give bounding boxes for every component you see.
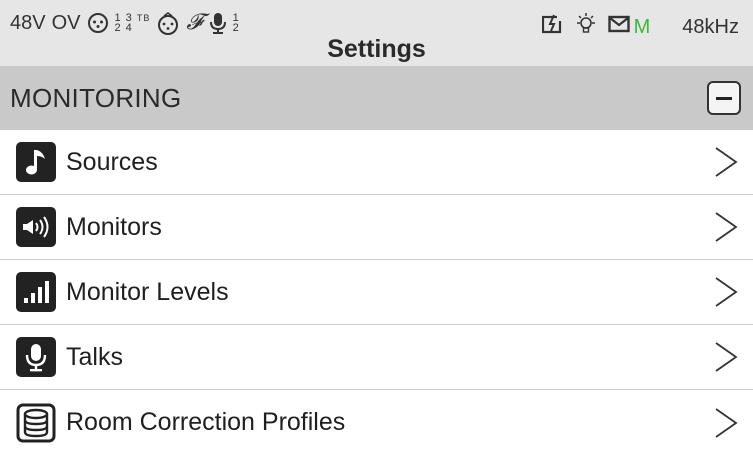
section-header-monitoring: MONITORING [0,66,753,130]
status-right-group: M 48kHz [541,12,739,42]
menu-item-talks[interactable]: Talks [0,325,753,390]
lightbulb-icon [574,12,598,42]
microphone-icon [16,337,56,377]
overload-indicator: OV [51,12,81,34]
mode-indicator: M [633,15,651,38]
xlr-connector-icon [87,12,109,34]
status-left-group: 48V OV 1 3 TB 2 4 𝓕 1 2 [10,10,239,35]
menu-item-label: Room Correction Profiles [66,408,346,436]
menu-item-monitors[interactable]: Monitors [0,195,753,260]
menu-item-label: Sources [66,147,158,176]
menu-item-room-correction-profiles[interactable]: Room Correction Profiles [0,390,753,455]
xlr-input-numbers: 1 3 TB 2 4 [114,12,151,34]
phantom-power-indicator: 48V [10,12,46,34]
talkback-connector-icon [156,12,180,35]
level-bars-icon [16,272,56,312]
menu-item-label: Monitor Levels [66,277,229,306]
settings-menu-list: Sources Monitors Monitor Levels Talks Ro… [0,130,753,455]
music-note-icon [16,142,56,182]
filter-function-icon: 𝓕 [186,10,203,35]
chevron-right-icon [715,342,738,372]
chevron-right-icon [715,212,738,242]
power-card-icon [541,14,564,40]
menu-item-monitor-levels[interactable]: Monitor Levels [0,260,753,325]
chevron-right-icon [715,147,738,177]
microphone-status-icon [209,12,227,34]
envelope-icon [607,15,630,39]
speaker-icon [16,207,56,247]
menu-item-sources[interactable]: Sources [0,130,753,195]
chevron-right-icon [715,277,738,307]
collapse-section-button[interactable] [707,81,741,115]
menu-item-label: Monitors [66,212,162,241]
talk-channel-numbers: 1 2 [232,12,239,34]
status-bar: 48V OV 1 3 TB 2 4 𝓕 1 2 Settings M 48kHz [0,0,753,66]
chevron-right-icon [715,407,738,438]
menu-item-label: Talks [66,342,123,371]
database-icon [16,402,56,443]
minus-icon [716,96,732,100]
sample-rate: 48kHz [682,15,739,38]
section-title: MONITORING [10,82,182,113]
